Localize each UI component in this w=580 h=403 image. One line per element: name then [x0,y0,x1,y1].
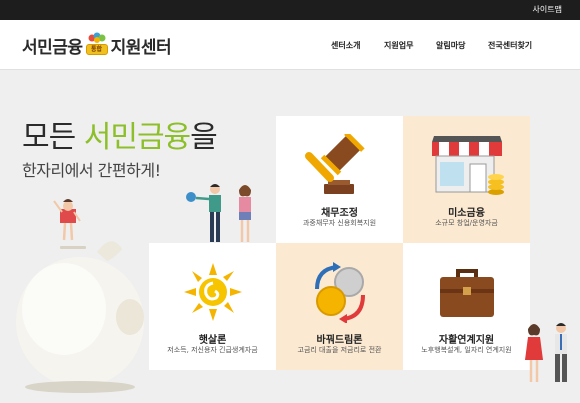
service-title: 햇살론 [198,335,227,346]
service-title: 채무조정 [321,208,358,219]
gavel-icon [305,134,365,194]
sitemap-link[interactable]: 사이트맵 [533,4,562,15]
logo-text-1: 서민금융 [22,37,83,58]
people-consultation-illustration [186,184,251,242]
service-desc: 고금리 대출을 저금리로 전환 [297,346,382,354]
logo[interactable]: 서민금융 통합 지원센터 [22,31,172,59]
service-desc: 저소득, 저신용자 긴급생계자금 [167,346,258,354]
service-tile-micro-finance[interactable]: 미소금융 소규모 창업/운영자금 [403,116,530,243]
nav-center-intro[interactable]: 센터소개 [331,40,360,51]
nav-support[interactable]: 지원업무 [384,40,413,51]
hero-title-accent: 서민금융 [83,120,191,155]
logo-mark-icon: 통합 [85,32,109,58]
service-desc: 소규모 창업/운영자금 [435,219,498,227]
logo-badge: 통합 [85,44,108,55]
service-title: 자활연계지원 [438,335,495,346]
service-tile-debt-adjustment[interactable]: 채무조정 과중채무자 신용회복지원 [276,116,403,243]
service-title: 미소금융 [448,208,485,219]
service-title: 바꿔드림론 [316,335,363,346]
sun-icon [184,263,242,321]
header: 서민금융 통합 지원센터 센터소개 지원업무 알림마당 전국센터찾기 [0,20,580,70]
logo-text-2: 지원센터 [110,37,172,58]
service-tile-self-reliance[interactable]: 자활연계지원 노후행복설계, 일자리 연계지원 [403,243,530,370]
piggy-bank-illustration [16,199,144,393]
hero-subtitle: 한자리에서 간편하게! [22,161,161,180]
service-desc: 과중채무자 신용회복지원 [302,219,377,227]
briefcase-icon [440,269,494,317]
coin-exchange-icon [315,262,365,323]
hero-title-suffix: 을 [190,120,218,155]
hero-title-prefix: 모든 [22,120,84,155]
top-bar: 사이트맵 [0,0,580,20]
service-tile-sunshine-loan[interactable]: 햇살론 저소득, 저신용자 긴급생계자금 [149,243,276,370]
nav-find-center[interactable]: 전국센터찾기 [488,40,532,51]
couple-illustration [525,323,567,382]
nav-notice[interactable]: 알림마당 [436,40,465,51]
store-icon [432,136,504,195]
hero-title: 모든 서민금융을 [22,112,218,156]
service-desc: 노후행복설계, 일자리 연계지원 [421,346,512,354]
service-tile-switch-loan[interactable]: 바꿔드림론 고금리 대출을 저금리로 전환 [276,243,403,370]
